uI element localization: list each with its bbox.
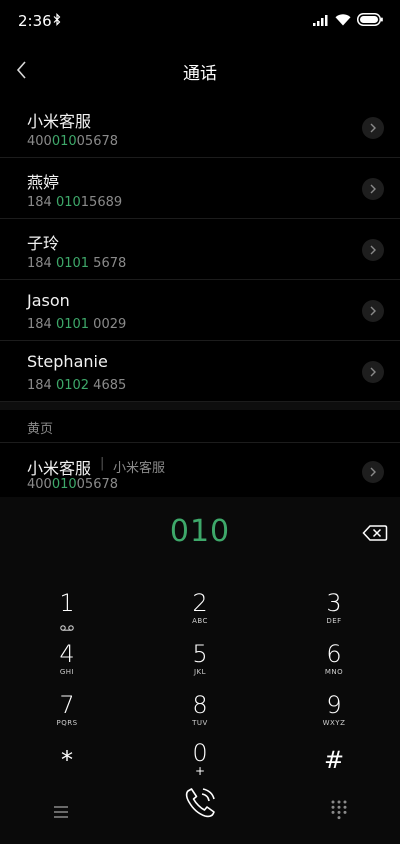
contact-detail-button[interactable]	[362, 361, 384, 383]
contact-row[interactable]: Stephanie 184 0102 4685	[0, 341, 400, 402]
battery-icon	[357, 13, 383, 26]
contact-detail-button[interactable]	[362, 178, 384, 200]
key-6[interactable]: 6 MNO	[294, 641, 374, 685]
key-3[interactable]: 3 DEF	[294, 590, 374, 634]
dial-panel: 010 1 2 ABC 3 DEF 4 GHI 5 JKL 6 MNO 7 PQ…	[0, 497, 400, 844]
backspace-button[interactable]	[362, 524, 388, 542]
chevron-right-icon	[370, 123, 376, 133]
contact-name: 子玲	[27, 234, 60, 253]
chevron-right-icon	[370, 306, 376, 316]
bluetooth-icon	[53, 13, 61, 26]
key-7[interactable]: 7 PQRS	[27, 692, 107, 736]
keypad-toggle-button[interactable]	[331, 800, 347, 820]
status-bar: 2:36	[0, 0, 400, 40]
dial-input-display[interactable]: 010	[0, 514, 400, 549]
section-gap	[0, 402, 400, 410]
chevron-right-icon	[370, 367, 376, 377]
key-5[interactable]: 5 JKL	[160, 641, 240, 685]
yp-separator: |	[100, 456, 105, 471]
bottom-bar	[0, 783, 400, 844]
chevron-right-icon	[370, 467, 376, 477]
contact-number: 184 0101 0029	[27, 317, 127, 332]
contact-name: Jason	[27, 291, 70, 310]
backspace-icon	[362, 525, 388, 541]
contact-number: 184 0101 5678	[27, 256, 127, 271]
contact-row[interactable]: Jason 184 0101 0029	[0, 280, 400, 341]
yellow-pages-header: 黄页	[27, 422, 54, 437]
menu-icon	[54, 806, 68, 818]
signal-icon	[313, 15, 328, 26]
contact-number: 184 01015689	[27, 195, 123, 210]
contact-detail-button[interactable]	[362, 239, 384, 261]
chevron-right-icon	[370, 245, 376, 255]
contact-number: 184 0102 4685	[27, 378, 127, 393]
phone-call-icon	[185, 788, 215, 818]
yp-number: 40001005678	[27, 477, 119, 492]
menu-button[interactable]	[51, 804, 71, 820]
wifi-icon	[335, 14, 351, 26]
keypad-icon	[331, 800, 347, 820]
yp-name: 小米客服	[27, 459, 92, 478]
call-button[interactable]	[180, 783, 220, 823]
contact-number: 40001005678	[27, 134, 119, 149]
yp-detail-button[interactable]	[362, 461, 384, 483]
contact-name: Stephanie	[27, 352, 108, 371]
contact-detail-button[interactable]	[362, 300, 384, 322]
contact-detail-button[interactable]	[362, 117, 384, 139]
key-4[interactable]: 4 GHI	[27, 641, 107, 685]
page-title: 通话	[183, 64, 217, 84]
key-0[interactable]: 0 +	[160, 740, 240, 784]
yellow-pages-row[interactable]: 小米客服 | 小米客服 40001005678	[0, 443, 400, 496]
contact-name: 小米客服	[27, 112, 92, 131]
key-9[interactable]: 9 WXYZ	[294, 692, 374, 736]
contact-row[interactable]: 子玲 184 0101 5678	[0, 219, 400, 280]
yp-category: 小米客服	[113, 461, 166, 476]
key-1[interactable]: 1	[27, 590, 107, 634]
contact-row[interactable]: 小米客服 40001005678	[0, 97, 400, 158]
key-2[interactable]: 2 ABC	[160, 590, 240, 634]
contact-list: 小米客服 40001005678 燕婷 184 01015689 子玲 184 …	[0, 97, 400, 402]
chevron-right-icon	[370, 184, 376, 194]
contact-row[interactable]: 燕婷 184 01015689	[0, 158, 400, 219]
status-time: 2:36	[18, 12, 52, 30]
voicemail-icon	[60, 625, 74, 631]
contact-name: 燕婷	[27, 173, 60, 192]
key-8[interactable]: 8 TUV	[160, 692, 240, 736]
